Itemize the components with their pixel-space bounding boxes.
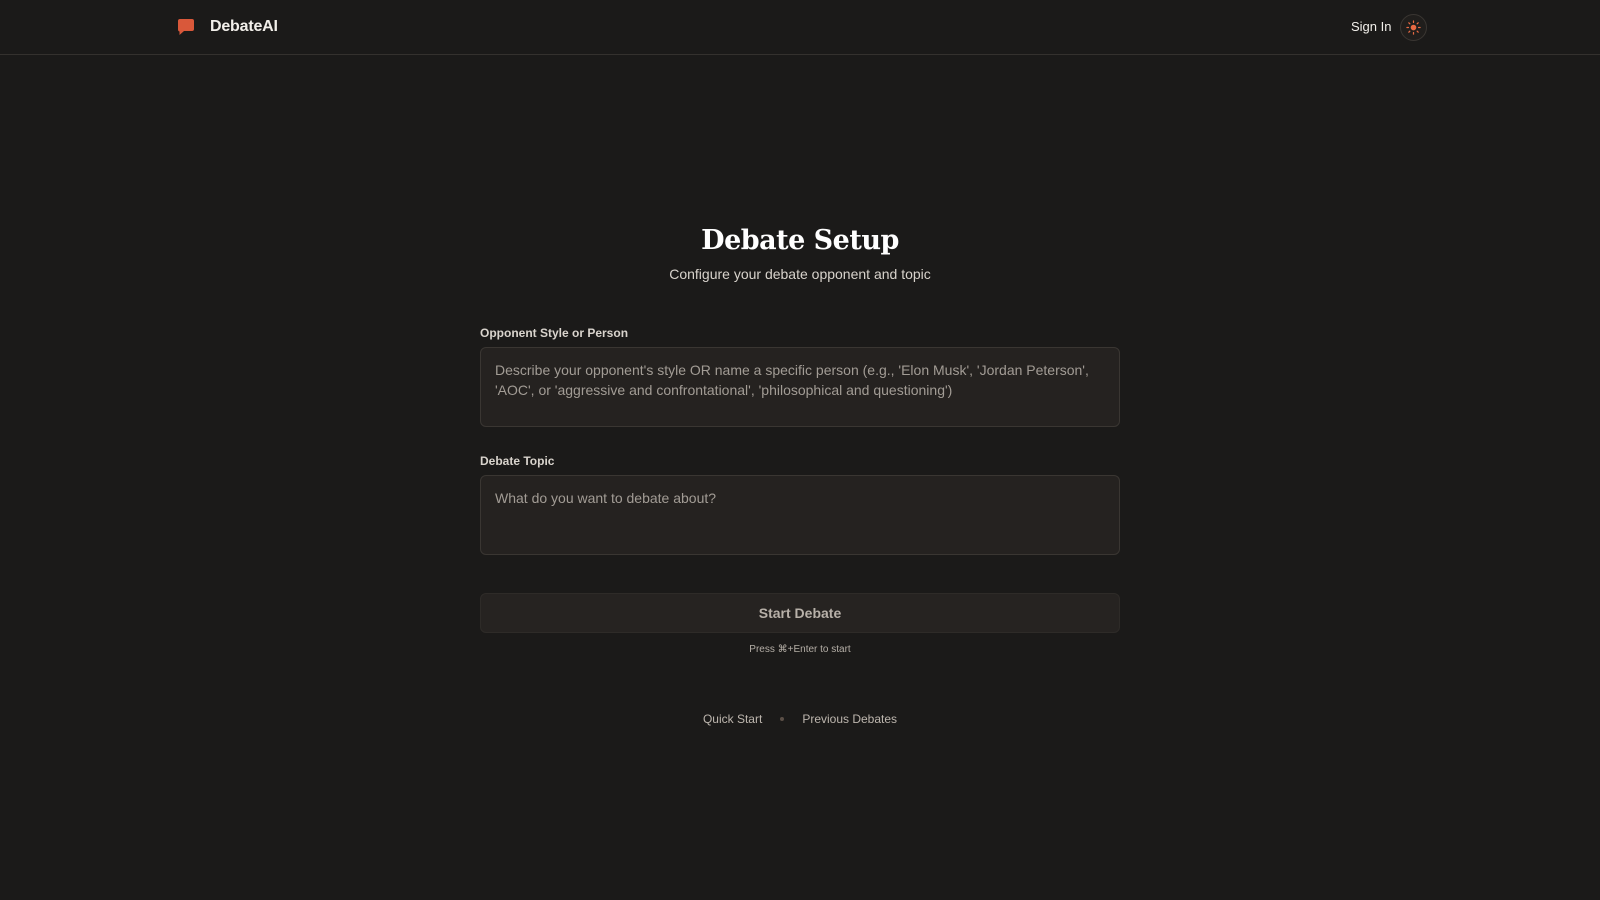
start-debate-button[interactable]: Start Debate [480,593,1120,633]
speech-bubble-icon [177,19,194,35]
footer-links: Quick Start Previous Debates [480,712,1120,726]
brand-name: DebateAI [210,18,278,35]
page-subtitle: Configure your debate opponent and topic [669,266,931,282]
previous-debates-link[interactable]: Previous Debates [802,712,897,726]
topic-field-label: Debate Topic [480,454,555,468]
page-title: Debate Setup [701,225,899,256]
sun-icon [1406,20,1421,35]
quick-start-link[interactable]: Quick Start [703,712,762,726]
keyboard-shortcut-hint: Press ⌘+Enter to start [749,644,851,655]
brand-logo-link[interactable]: DebateAI [176,17,278,37]
top-navbar: DebateAI Sign In [0,0,1600,55]
theme-toggle-button[interactable] [1400,14,1427,41]
separator-dot [780,717,785,721]
opponent-style-input[interactable] [480,347,1120,427]
sign-in-link[interactable]: Sign In [1351,19,1391,34]
opponent-field-label: Opponent Style or Person [480,326,629,340]
debate-topic-input[interactable] [480,475,1120,555]
debate-setup-form: Debate Setup Configure your debate oppon… [480,222,1120,726]
